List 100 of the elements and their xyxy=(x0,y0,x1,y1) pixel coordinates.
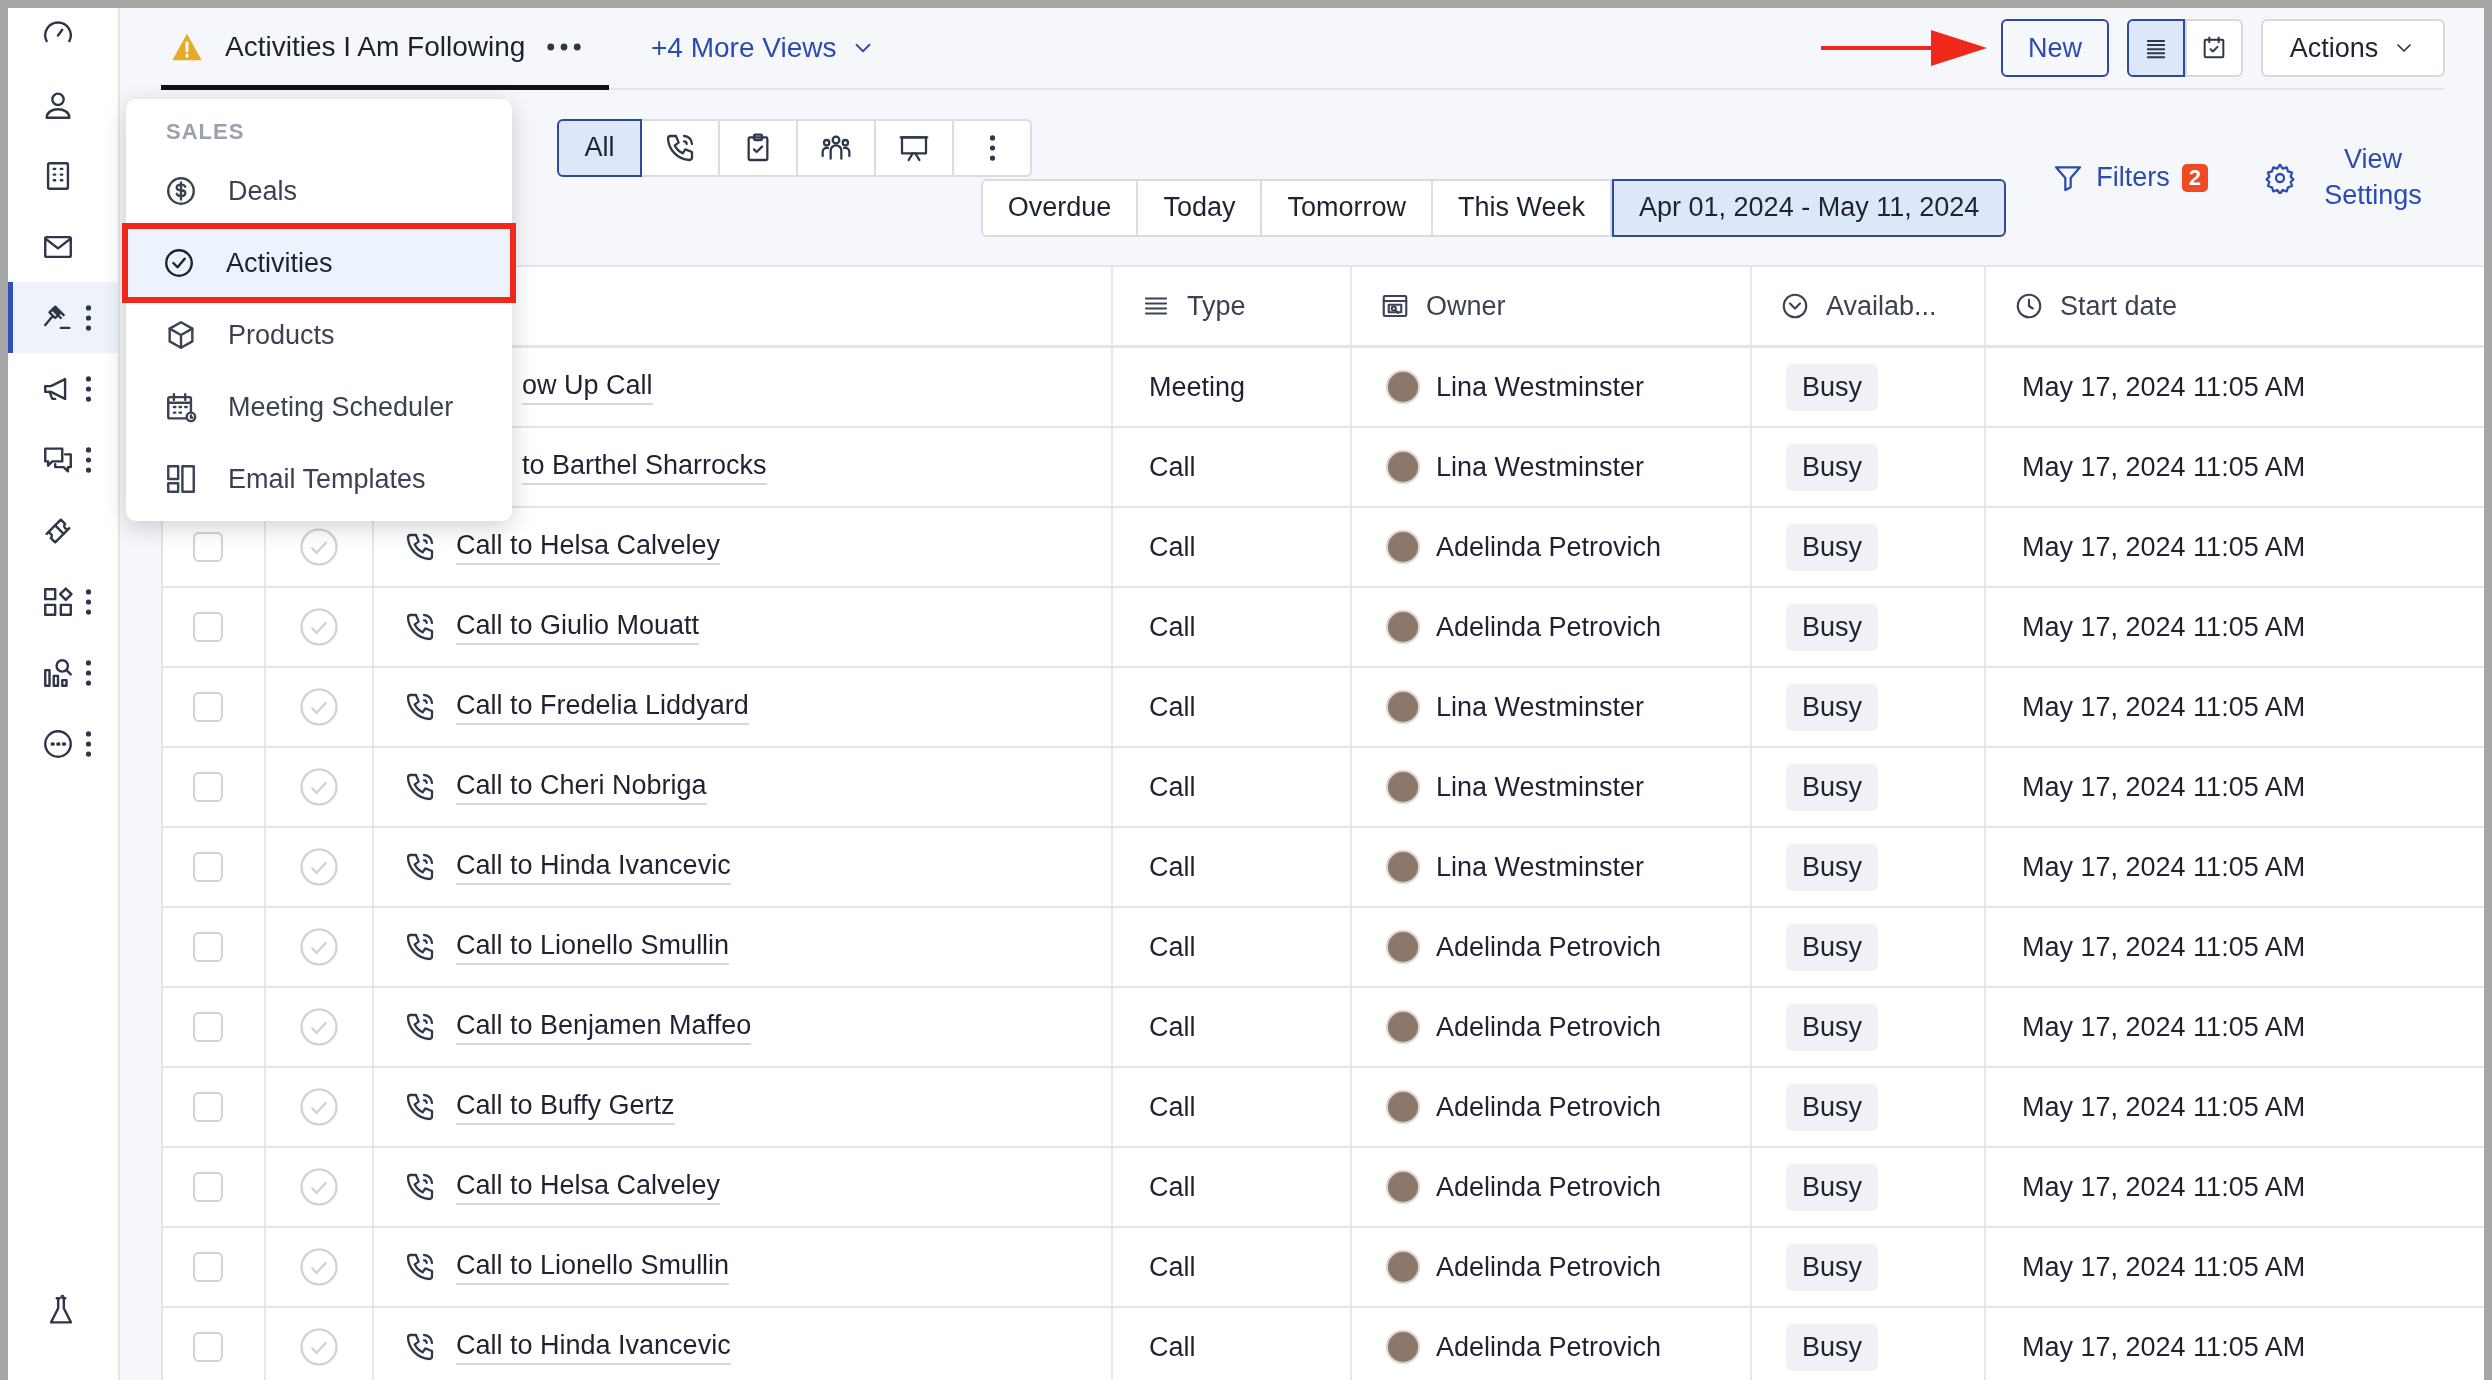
table-cell: May 17, 2024 11:05 AM xyxy=(2022,1091,2306,1123)
table-cell: Call xyxy=(1149,1011,1196,1043)
menu-item[interactable]: Products xyxy=(126,299,512,371)
actions-button[interactable]: Actions xyxy=(2261,19,2445,77)
table-cell: Call xyxy=(1149,451,1196,483)
avatar xyxy=(1386,370,1420,404)
row-checkbox[interactable] xyxy=(192,1092,223,1122)
calendar-view-button[interactable] xyxy=(2185,19,2243,77)
more-vertical-icon[interactable] xyxy=(85,446,92,473)
new-button[interactable]: New xyxy=(2001,19,2109,77)
table-cell: May 17, 2024 11:05 AM xyxy=(2022,371,2306,403)
activity-link[interactable]: Call to Helsa Calveley xyxy=(456,1169,721,1205)
type-filter-button[interactable] xyxy=(798,118,876,177)
complete-check-icon[interactable] xyxy=(299,687,339,727)
complete-check-icon[interactable] xyxy=(299,1327,339,1367)
row-checkbox[interactable] xyxy=(192,1252,223,1282)
complete-check-icon[interactable] xyxy=(299,1247,339,1287)
complete-check-icon[interactable] xyxy=(299,847,339,887)
row-checkbox[interactable] xyxy=(192,1332,223,1362)
more-vertical-icon[interactable] xyxy=(85,304,92,331)
more-views-dropdown[interactable]: +4 More Views xyxy=(645,31,883,65)
owner-name: Adelinda Petrovich xyxy=(1436,931,1662,963)
owner-name: Adelinda Petrovich xyxy=(1436,1251,1662,1283)
complete-check-icon[interactable] xyxy=(299,1007,339,1047)
more-horizontal-icon[interactable] xyxy=(547,42,582,51)
complete-check-icon[interactable] xyxy=(299,767,339,807)
menu-item[interactable]: Meeting Scheduler xyxy=(126,371,512,443)
table-cell: May 17, 2024 11:05 AM xyxy=(2022,611,2306,643)
avatar xyxy=(1386,1090,1420,1124)
date-filter-button[interactable]: This Week xyxy=(1433,178,1613,237)
more-vertical-icon[interactable] xyxy=(85,588,92,615)
row-checkbox[interactable] xyxy=(192,612,223,642)
view-tab[interactable]: Activities I Am Following xyxy=(161,8,609,90)
activity-link[interactable]: Call to Giulio Mouatt xyxy=(456,609,700,645)
activity-link[interactable]: Call to Lionello Smullin xyxy=(456,929,730,965)
row-checkbox[interactable] xyxy=(192,852,223,882)
menu-item[interactable]: Email Templates xyxy=(126,443,512,515)
calendar-clock-icon xyxy=(164,390,198,424)
avatar xyxy=(1386,610,1420,644)
activity-link[interactable]: Call to Fredelia Liddyard xyxy=(456,689,749,725)
more-vertical-icon[interactable] xyxy=(988,134,996,161)
date-filter-button[interactable]: Tomorrow xyxy=(1262,178,1433,237)
phone-icon xyxy=(404,691,436,723)
activity-link[interactable]: Call to Benjamen Maffeo xyxy=(456,1009,752,1045)
activity-link[interactable]: Call to Hinda Ivancevic xyxy=(456,849,731,885)
date-filter-button[interactable]: Overdue xyxy=(980,178,1139,237)
count-badge: 2 xyxy=(2181,163,2208,192)
complete-check-icon[interactable] xyxy=(299,1087,339,1127)
owner-name: Adelinda Petrovich xyxy=(1436,611,1662,643)
row-checkbox[interactable] xyxy=(192,1012,223,1042)
column-header[interactable]: Type xyxy=(1187,290,1246,322)
row-checkbox[interactable] xyxy=(192,692,223,722)
date-filter-button[interactable]: Today xyxy=(1138,178,1263,237)
status-tag: Busy xyxy=(1786,1083,1879,1131)
view-settings-button[interactable]: View Settings xyxy=(2258,141,2434,214)
column-header[interactable]: Start date xyxy=(2060,290,2178,322)
filters-button[interactable]: Filters 2 xyxy=(2046,160,2214,195)
row-checkbox[interactable] xyxy=(192,932,223,962)
type-filter-button[interactable] xyxy=(720,118,798,177)
activity-link[interactable]: ow Up Call xyxy=(522,369,653,405)
activity-link[interactable]: Call to Cheri Nobriga xyxy=(456,769,707,805)
phone-icon xyxy=(404,771,436,803)
owner-name: Adelinda Petrovich xyxy=(1436,531,1662,563)
complete-check-icon[interactable] xyxy=(299,927,339,967)
activity-link[interactable]: Call to Buffy Gertz xyxy=(456,1089,675,1125)
phone-icon xyxy=(404,1171,436,1203)
type-filter-button[interactable] xyxy=(876,118,954,177)
activity-link[interactable]: Call to Helsa Calveley xyxy=(456,529,721,565)
column-header[interactable]: Availab... xyxy=(1826,290,1937,322)
type-filter-button[interactable] xyxy=(642,118,720,177)
row-checkbox[interactable] xyxy=(192,772,223,802)
table-cell: May 17, 2024 11:05 AM xyxy=(2022,531,2306,563)
type-filter-button[interactable]: All xyxy=(557,118,642,177)
status-tag: Busy xyxy=(1786,763,1879,811)
complete-check-icon[interactable] xyxy=(299,1167,339,1207)
settings-icon xyxy=(2264,161,2296,194)
more-vertical-icon[interactable] xyxy=(85,659,92,686)
activity-link[interactable]: Call to Lionello Smullin xyxy=(456,1249,730,1285)
more-vertical-icon[interactable] xyxy=(85,730,92,757)
more-vertical-icon[interactable] xyxy=(85,375,92,402)
phone-icon xyxy=(404,1251,436,1283)
table-cell: May 17, 2024 11:05 AM xyxy=(2022,1011,2306,1043)
avatar xyxy=(1386,770,1420,804)
menu-item[interactable]: Deals xyxy=(126,155,512,227)
date-filter-button[interactable]: Apr 01, 2024 - May 11, 2024 xyxy=(1612,178,2007,237)
list-view-button[interactable] xyxy=(2127,19,2185,77)
owner-name: Lina Westminster xyxy=(1436,451,1645,483)
complete-check-icon[interactable] xyxy=(299,527,339,567)
layout-icon xyxy=(164,462,198,496)
row-checkbox[interactable] xyxy=(192,532,223,562)
activity-link[interactable]: Call to Hinda Ivancevic xyxy=(456,1329,731,1365)
activity-link[interactable]: to Barthel Sharrocks xyxy=(522,449,767,485)
table-cell: May 17, 2024 11:05 AM xyxy=(2022,1251,2306,1283)
status-tag: Busy xyxy=(1786,1003,1879,1051)
row-checkbox[interactable] xyxy=(192,1172,223,1202)
column-header[interactable]: Owner xyxy=(1426,290,1506,322)
avatar xyxy=(1386,690,1420,724)
avatar xyxy=(1386,850,1420,884)
avatar xyxy=(1386,930,1420,964)
complete-check-icon[interactable] xyxy=(299,607,339,647)
